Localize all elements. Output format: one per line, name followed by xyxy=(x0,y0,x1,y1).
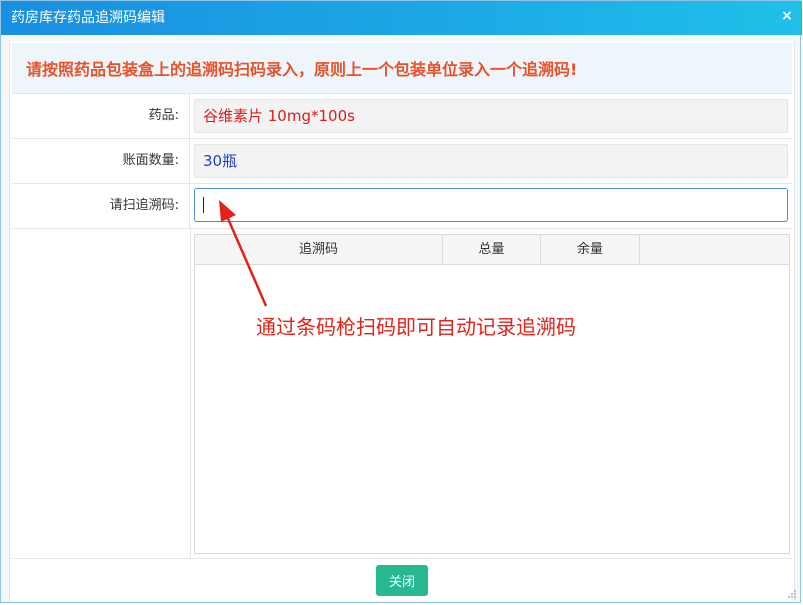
annotation-arrow-icon xyxy=(219,200,268,307)
annotation-text: 通过条码枪扫码即可自动记录追溯码 xyxy=(256,315,576,339)
